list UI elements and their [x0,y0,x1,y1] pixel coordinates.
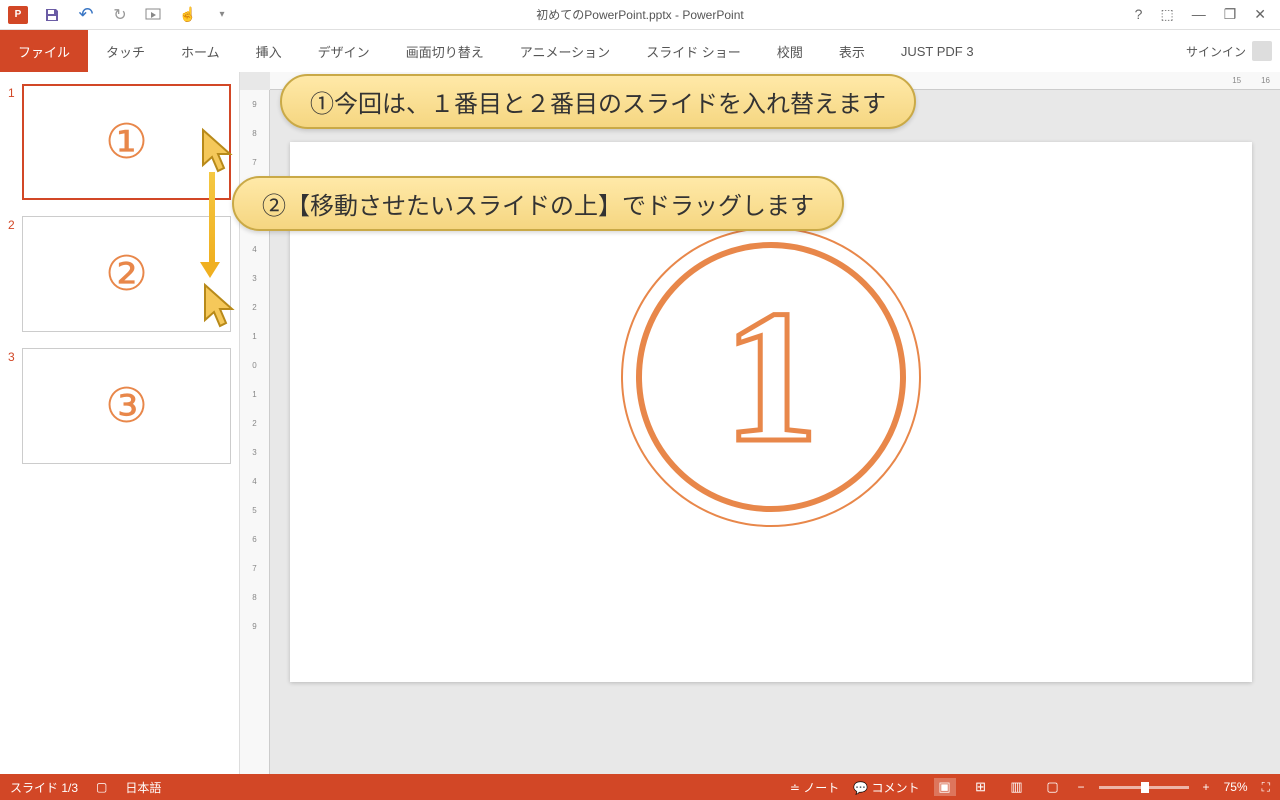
tab-insert[interactable]: 挿入 [238,30,300,72]
thumbnail-number: 3 [8,348,22,464]
qat-more-icon[interactable]: ▾ [212,5,232,25]
tab-design[interactable]: デザイン [300,30,388,72]
save-icon[interactable] [42,5,62,25]
title-bar: P ↶ ↻ ☝ ▾ 初めてのPowerPoint.pptx - PowerPoi… [0,0,1280,30]
reading-view-icon[interactable]: ▥ [1006,778,1028,796]
slideshow-view-icon[interactable]: ▢ [1042,778,1064,796]
workspace: 1 ① 2 ② 3 ③ 15 16 9876543210123456789 1 [0,72,1280,774]
zoom-level[interactable]: 75% [1224,780,1248,794]
slide-number-graphic: 1 [724,282,819,472]
instruction-callout-2: ②【移動させたいスライドの上】でドラッグします [232,176,844,231]
window-title: 初めてのPowerPoint.pptx - PowerPoint [536,6,743,23]
ribbon-options-button[interactable]: ⬚ [1160,6,1173,23]
slide-content-circle: 1 [621,227,921,527]
avatar-icon [1252,41,1272,61]
undo-icon[interactable]: ↶ [76,5,96,25]
zoom-handle[interactable] [1141,782,1149,793]
fit-window-icon[interactable]: ⛶ [1262,780,1270,795]
language-indicator[interactable]: 日本語 [125,779,161,796]
touch-mode-icon[interactable]: ☝ [178,5,198,25]
thumbnail-number: 1 [8,84,22,200]
tab-review[interactable]: 校閲 [759,30,821,72]
cursor-overlay-icon [202,282,238,335]
quick-access-toolbar: P ↶ ↻ ☝ ▾ [0,5,232,25]
cursor-overlay-icon [200,127,236,180]
tab-file[interactable]: ファイル [0,30,88,72]
comments-button[interactable]: 💬 コメント [853,779,919,796]
sorter-view-icon[interactable]: ⊞ [970,778,992,796]
tab-justpdf[interactable]: JUST PDF 3 [883,30,992,72]
tab-transitions[interactable]: 画面切り替え [388,30,502,72]
help-button[interactable]: ? [1135,6,1143,23]
zoom-slider[interactable] [1099,786,1189,789]
notes-button[interactable]: ≐ ノート [790,779,839,796]
ribbon-tabs: ファイル タッチ ホーム 挿入 デザイン 画面切り替え アニメーション スライド… [0,30,1280,72]
instruction-callout-1: ①今回は、１番目と２番目のスライドを入れ替えます [280,74,916,129]
thumbnail-3[interactable]: 3 ③ [0,344,239,468]
zoom-out-button[interactable]: − [1078,780,1085,794]
tab-animations[interactable]: アニメーション [502,30,628,72]
status-bar: スライド 1/3 ▢ 日本語 ≐ ノート 💬 コメント ▣ ⊞ ▥ ▢ − + … [0,774,1280,800]
thumbnail-preview[interactable]: ③ [22,348,231,464]
tab-view[interactable]: 表示 [821,30,883,72]
normal-view-icon[interactable]: ▣ [934,778,956,796]
minimize-button[interactable]: — [1192,6,1206,23]
restore-button[interactable]: ❐ [1224,6,1237,23]
tab-slideshow[interactable]: スライド ショー [628,30,759,72]
signin-area[interactable]: サインイン [1186,30,1272,72]
redo-icon[interactable]: ↻ [110,5,130,25]
close-button[interactable]: ✕ [1254,6,1266,23]
zoom-in-button[interactable]: + [1203,780,1210,794]
powerpoint-icon: P [8,5,28,25]
slide-counter[interactable]: スライド 1/3 [10,779,78,796]
thumbnail-number: 2 [8,216,22,332]
window-controls: ? ⬚ — ❐ ✕ [1135,6,1280,23]
signin-label: サインイン [1186,43,1246,60]
tab-touch[interactable]: タッチ [88,30,163,72]
tab-home[interactable]: ホーム [163,30,238,72]
spellcheck-icon[interactable]: ▢ [96,780,107,794]
start-slideshow-icon[interactable] [144,5,164,25]
drag-arrow-icon [207,172,217,272]
